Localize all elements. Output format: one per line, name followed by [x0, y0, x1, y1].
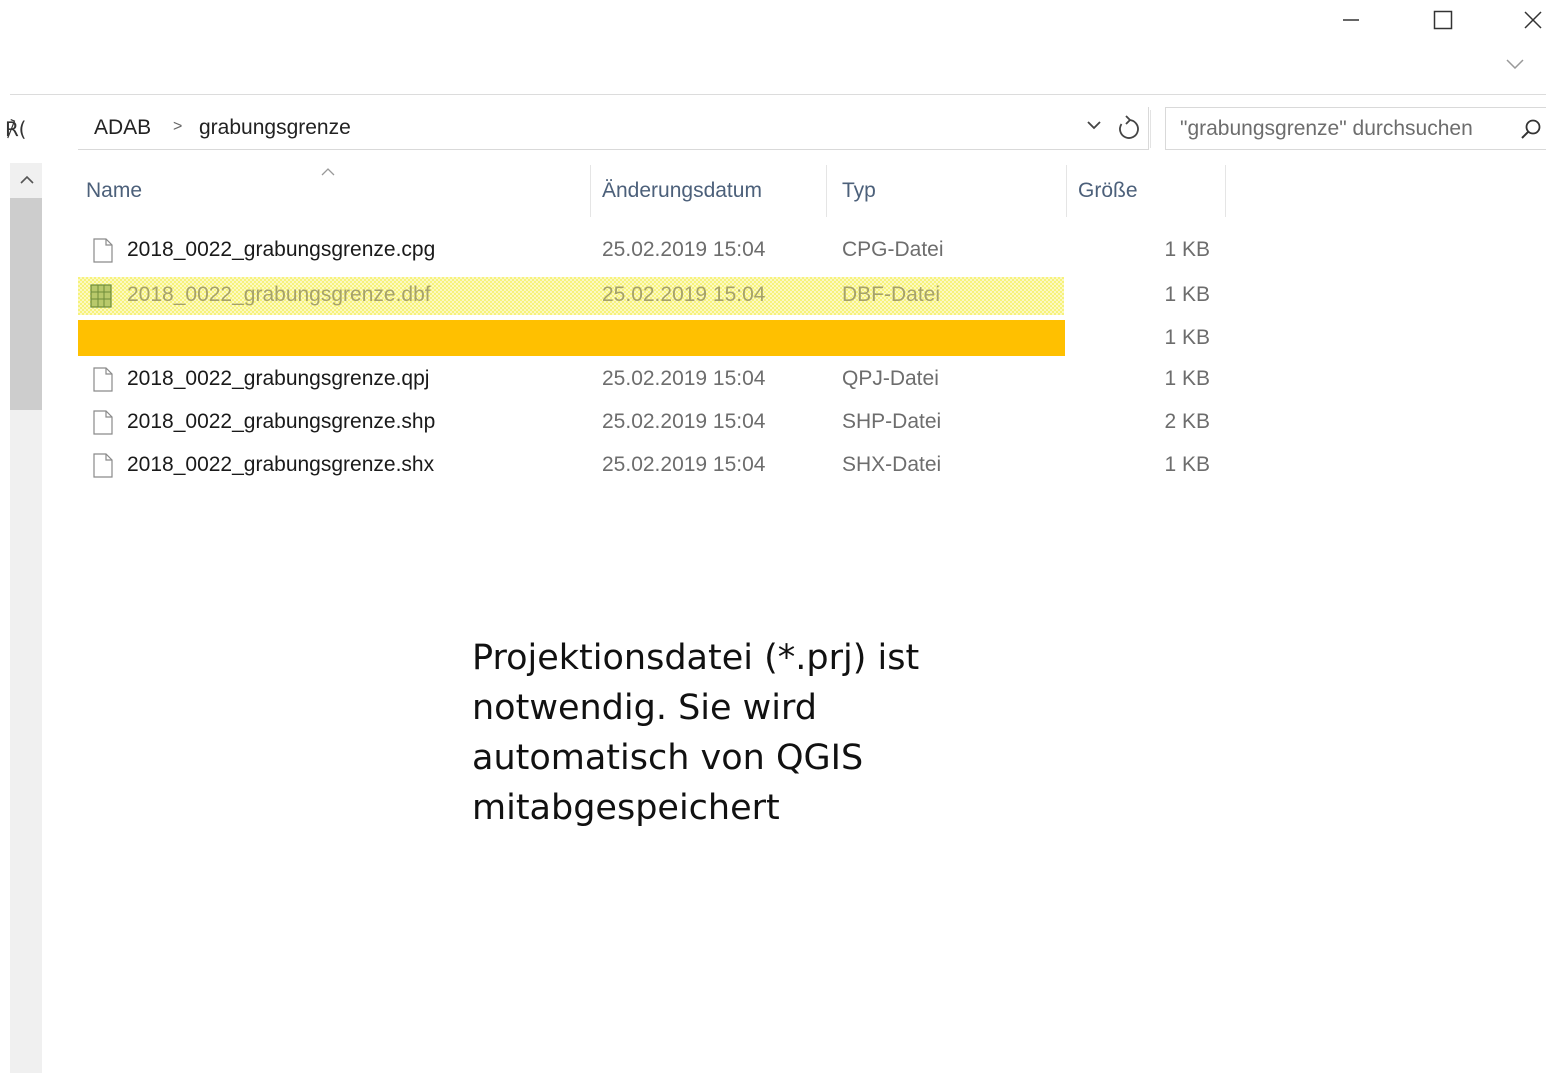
- file-icon: [93, 238, 113, 263]
- orange-mask-bar: [78, 320, 1065, 356]
- maximize-button[interactable]: [1420, 0, 1466, 40]
- sort-ascending-indicator: [321, 164, 335, 179]
- spreadsheet-file-icon: [90, 284, 112, 308]
- file-size: 2 KB: [1164, 410, 1210, 433]
- nav-button-fragment[interactable]: ℟(: [5, 117, 26, 141]
- file-date: 25.02.2019 15:04: [602, 283, 766, 306]
- file-icon: [93, 410, 113, 435]
- column-divider[interactable]: [590, 165, 591, 217]
- address-history-dropdown[interactable]: [1086, 118, 1102, 136]
- file-type: SHP-Datei: [842, 410, 942, 433]
- file-icon: [93, 453, 113, 478]
- column-header-date[interactable]: Änderungsdatum: [602, 177, 762, 213]
- file-type: CPG-Datei: [842, 238, 944, 261]
- minimize-icon: [1343, 19, 1359, 21]
- file-type: QPJ-Datei: [842, 367, 939, 390]
- address-divider: [1150, 110, 1151, 148]
- annotation-line: Projektionsdatei (*.prj) ist: [472, 638, 920, 678]
- minimize-button[interactable]: [1328, 0, 1374, 40]
- file-date: 25.02.2019 15:04: [602, 367, 766, 390]
- file-size: 1 KB: [1164, 283, 1210, 306]
- file-row[interactable]: 2018_0022_grabungsgrenze.shx 25.02.2019 …: [78, 447, 1228, 487]
- annotation-line: automatisch von QGIS: [472, 738, 864, 778]
- chevron-up-icon: [20, 175, 34, 184]
- column-divider[interactable]: [1225, 165, 1226, 217]
- file-name: 2018_0022_grabungsgrenze.dbf: [127, 283, 431, 306]
- file-date: 25.02.2019 15:04: [602, 238, 766, 261]
- breadcrumb-adab[interactable]: ADAB: [94, 116, 151, 140]
- chevron-up-icon: [321, 168, 335, 176]
- expand-ribbon-button[interactable]: [1506, 56, 1524, 72]
- file-name: 2018_0022_grabungsgrenze.cpg: [127, 238, 436, 261]
- file-type: SHX-Datei: [842, 453, 942, 476]
- breadcrumb-separator[interactable]: >: [173, 118, 182, 136]
- file-icon: [93, 367, 113, 392]
- file-date: 25.02.2019 15:04: [602, 410, 766, 433]
- file-size: 1 KB: [1164, 326, 1210, 349]
- file-row[interactable]: 2018_0022_grabungsgrenze.cpg 25.02.2019 …: [78, 232, 1228, 272]
- close-button[interactable]: [1510, 0, 1546, 40]
- search-button[interactable]: [1520, 118, 1542, 145]
- chevron-down-icon: [1506, 59, 1524, 70]
- chevron-down-icon: [1087, 121, 1101, 130]
- file-row-masked[interactable]: 1 KB: [78, 320, 1228, 360]
- file-row[interactable]: 2018_0022_grabungsgrenze.qpj 25.02.2019 …: [78, 361, 1228, 401]
- scrollbar-thumb[interactable]: [10, 198, 42, 410]
- file-date: 25.02.2019 15:04: [602, 453, 766, 476]
- file-type: DBF-Datei: [842, 283, 941, 306]
- column-divider[interactable]: [1066, 165, 1067, 217]
- scroll-up-button[interactable]: [20, 172, 34, 188]
- file-size: 1 KB: [1164, 367, 1210, 390]
- search-icon: [1521, 119, 1541, 139]
- column-header-size[interactable]: Größe: [1078, 177, 1138, 213]
- refresh-icon: [1119, 115, 1139, 139]
- file-size: 1 KB: [1164, 453, 1210, 476]
- search-input[interactable]: [1180, 116, 1515, 142]
- column-divider[interactable]: [826, 165, 827, 217]
- file-name: 2018_0022_grabungsgrenze.shx: [127, 453, 435, 476]
- breadcrumb-grabungsgrenze[interactable]: grabungsgrenze: [199, 116, 351, 140]
- annotation-line: mitabgespeichert: [472, 788, 780, 828]
- annotation-line: notwendig. Sie wird: [472, 688, 818, 728]
- file-name: 2018_0022_grabungsgrenze.shp: [127, 410, 436, 433]
- annotation-text: Projektionsdatei (*.prj) ist notwendig. …: [472, 633, 992, 833]
- file-row-highlighted[interactable]: 2018_0022_grabungsgrenze.dbf 25.02.2019 …: [78, 277, 1228, 317]
- column-header-type[interactable]: Typ: [842, 177, 876, 213]
- column-header-name[interactable]: Name: [86, 177, 142, 213]
- close-icon: [1524, 11, 1542, 29]
- file-size: 1 KB: [1164, 238, 1210, 261]
- file-name: 2018_0022_grabungsgrenze.qpj: [127, 367, 430, 390]
- search-box[interactable]: [1165, 107, 1546, 150]
- refresh-button[interactable]: [1117, 115, 1141, 146]
- maximize-icon: [1433, 10, 1453, 30]
- file-row[interactable]: 2018_0022_grabungsgrenze.shp 25.02.2019 …: [78, 404, 1228, 444]
- toolbar-divider: [10, 94, 1546, 95]
